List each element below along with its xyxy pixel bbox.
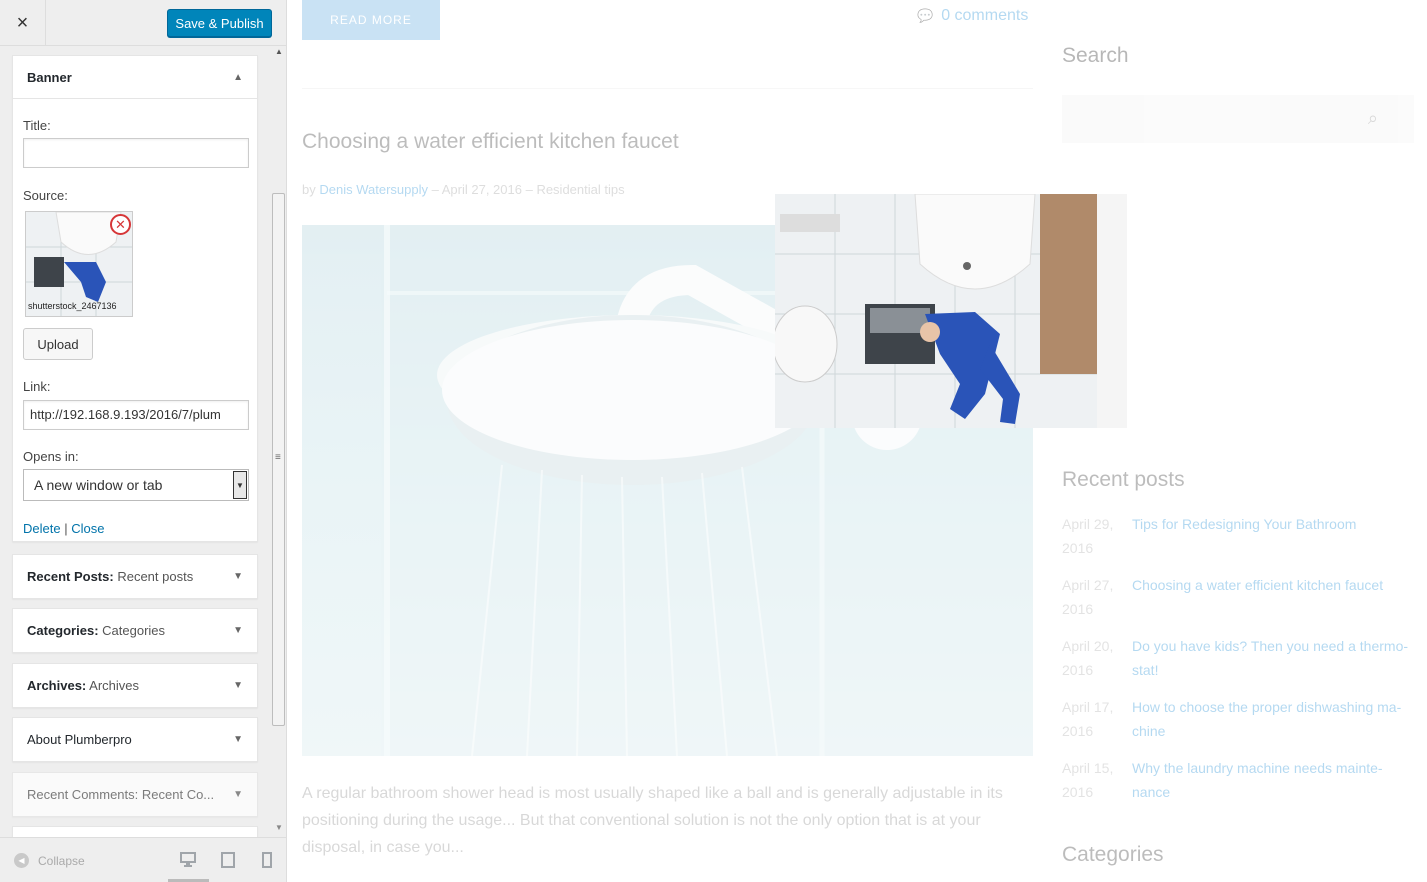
widget-heading: Archives: Archives bbox=[27, 678, 140, 693]
widget-actions: Delete | Close bbox=[23, 521, 104, 536]
action-separator: | bbox=[64, 521, 68, 536]
customizer-sidebar: × Save & Publish Banner ▲ Title: Source:… bbox=[0, 0, 287, 882]
opens-in-value: A new window or tab bbox=[34, 477, 163, 493]
title-input[interactable] bbox=[23, 138, 249, 168]
plumber-photo bbox=[772, 193, 1127, 428]
recent-post-date: April 20, 2016 bbox=[1062, 638, 1114, 678]
sidebar-scrollbar[interactable]: ▲ ≡ ▼ bbox=[271, 47, 286, 837]
recent-post-link[interactable]: Do you have kids? Then you need a thermo… bbox=[1132, 634, 1414, 682]
search-input[interactable]: ⌕ bbox=[1062, 95, 1414, 143]
widget-about[interactable]: About Plumberpro ▼ bbox=[12, 717, 258, 762]
expand-arrow-icon[interactable]: ▼ bbox=[233, 789, 243, 800]
widget-heading: Categories: Categories bbox=[27, 623, 166, 638]
post-excerpt: A regular bathroom shower head is most u… bbox=[302, 785, 1003, 856]
recent-post-link[interactable]: Choosing a water efficient kitchen fauce… bbox=[1132, 573, 1414, 597]
tablet-preview-icon[interactable] bbox=[221, 852, 235, 873]
recent-post-date: April 15, 2016 bbox=[1062, 760, 1114, 800]
source-image-thumbnail[interactable]: shutterstock_2467136 ✕ bbox=[25, 211, 133, 317]
upload-button[interactable]: Upload bbox=[23, 328, 93, 360]
divider bbox=[302, 88, 1033, 89]
widget-list: Banner ▲ Title: Source: shutterstock_246… bbox=[0, 47, 286, 837]
recent-post-link[interactable]: How to choose the proper dishwashing ma-… bbox=[1132, 695, 1414, 743]
image-filename: shutterstock_2467136 bbox=[28, 301, 117, 311]
delete-link[interactable]: Delete bbox=[23, 521, 61, 536]
widget-recent-comments[interactable]: Recent Comments: Recent Co... ▼ bbox=[12, 772, 258, 817]
customizer-header: × Save & Publish bbox=[0, 0, 286, 46]
mobile-preview-icon[interactable] bbox=[262, 852, 272, 873]
title-label: Title: bbox=[23, 118, 51, 133]
meta-date: April 27, 2016 bbox=[441, 182, 522, 197]
read-more-button[interactable]: READ MORE bbox=[302, 0, 440, 40]
banner-widget: Banner ▲ Title: Source: shutterstock_246… bbox=[12, 55, 258, 542]
widget-archives[interactable]: Archives: Archives ▼ bbox=[12, 663, 258, 708]
expand-arrow-icon[interactable]: ▼ bbox=[233, 680, 243, 691]
source-label: Source: bbox=[23, 188, 68, 203]
collapse-button[interactable]: ◀ Collapse bbox=[14, 853, 85, 868]
collapse-arrow-icon[interactable]: ▲ bbox=[233, 72, 243, 83]
site-preview: READ MORE 💬 0 comments Choosing a water e… bbox=[287, 0, 1427, 882]
scrollbar-thumb[interactable]: ≡ bbox=[272, 193, 285, 726]
post-title[interactable]: Choosing a water efficient kitchen fauce… bbox=[302, 130, 679, 154]
categories-title: Categories bbox=[1062, 843, 1164, 866]
widget-heading: About Plumberpro bbox=[27, 732, 132, 747]
desktop-preview-icon[interactable] bbox=[180, 852, 196, 872]
widget-next[interactable] bbox=[12, 826, 258, 837]
widget-heading: Recent Comments: Recent Co... bbox=[27, 787, 215, 802]
link-label: Link: bbox=[23, 379, 51, 394]
meta-category[interactable]: Residential tips bbox=[536, 182, 624, 197]
recent-post-date: April 27, 2016 bbox=[1062, 577, 1114, 617]
save-publish-button[interactable]: Save & Publish bbox=[167, 9, 272, 37]
expand-arrow-icon[interactable]: ▼ bbox=[233, 734, 243, 745]
recent-post-date: April 29, 2016 bbox=[1062, 516, 1114, 556]
banner-image[interactable] bbox=[772, 193, 1127, 428]
meta-author[interactable]: Denis Watersupply bbox=[319, 182, 428, 197]
close-customizer-button[interactable]: × bbox=[0, 0, 46, 46]
expand-arrow-icon[interactable]: ▼ bbox=[233, 625, 243, 636]
scroll-down-icon[interactable]: ▼ bbox=[275, 823, 283, 832]
comment-icon: 💬 bbox=[917, 8, 934, 23]
widget-recent-posts[interactable]: Recent Posts: Recent posts ▼ bbox=[12, 554, 258, 599]
expand-arrow-icon[interactable]: ▼ bbox=[233, 571, 243, 582]
opens-in-label: Opens in: bbox=[23, 449, 79, 464]
post-meta: by Denis Watersupply – April 27, 2016 – … bbox=[302, 182, 625, 197]
dropdown-arrow-icon[interactable]: ▼ bbox=[233, 471, 247, 499]
comments-link[interactable]: 💬 0 comments bbox=[917, 7, 1028, 25]
widget-heading: Recent Posts: Recent posts bbox=[27, 569, 194, 584]
widget-categories[interactable]: Categories: Categories ▼ bbox=[12, 608, 258, 653]
banner-widget-header[interactable]: Banner ▲ bbox=[13, 56, 257, 99]
search-widget-title: Search bbox=[1062, 44, 1129, 67]
collapse-label: Collapse bbox=[38, 853, 85, 868]
search-icon[interactable]: ⌕ bbox=[1368, 108, 1378, 129]
meta-sep: – bbox=[521, 182, 537, 197]
recent-post-link[interactable]: Tips for Redesigning Your Bathroom bbox=[1132, 512, 1414, 536]
grip-icon: ≡ bbox=[275, 452, 281, 463]
meta-by: by bbox=[302, 182, 316, 197]
customizer-footer: ◀ Collapse bbox=[0, 837, 286, 882]
meta-sep: – bbox=[427, 182, 442, 197]
opens-in-select[interactable]: A new window or tab ▼ bbox=[23, 469, 249, 501]
scroll-up-icon[interactable]: ▲ bbox=[275, 47, 283, 56]
link-input[interactable]: http://192.168.9.193/2016/7/plum bbox=[23, 400, 249, 430]
recent-posts-title: Recent posts bbox=[1062, 468, 1185, 491]
remove-image-icon[interactable]: ✕ bbox=[110, 214, 131, 235]
comments-count: 0 comments bbox=[941, 7, 1029, 24]
collapse-icon: ◀ bbox=[14, 853, 29, 868]
recent-post-link[interactable]: Why the laundry machine needs mainte-nan… bbox=[1132, 756, 1414, 804]
close-link[interactable]: Close bbox=[71, 521, 104, 536]
widget-title: Banner bbox=[27, 69, 72, 85]
recent-post-date: April 17, 2016 bbox=[1062, 699, 1114, 739]
